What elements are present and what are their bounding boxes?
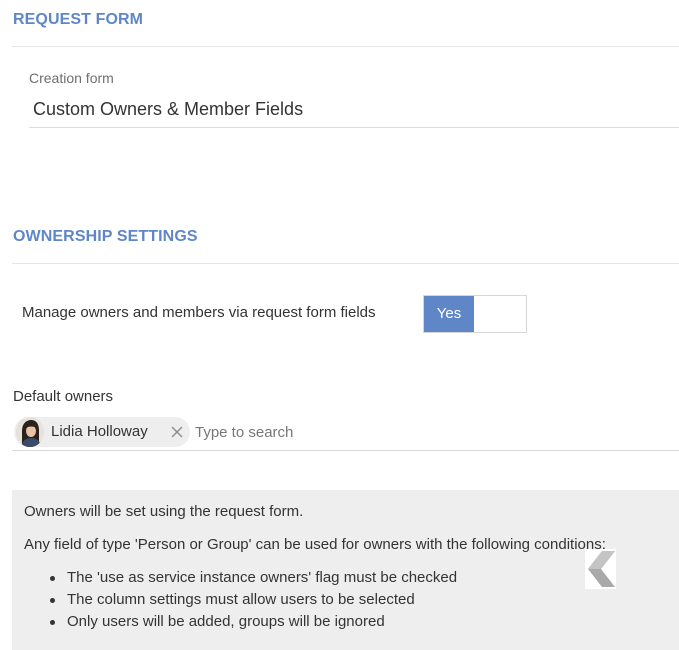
person-avatar-icon <box>16 417 44 447</box>
creation-form-value[interactable]: Custom Owners & Member Fields <box>33 99 303 120</box>
request-form-title: REQUEST FORM <box>13 11 144 28</box>
owner-chip[interactable]: Lidia Holloway <box>14 417 190 447</box>
creation-form-label: Creation form <box>29 70 114 86</box>
ownership-settings-title: OWNERSHIP SETTINGS <box>13 228 198 245</box>
remove-owner-close-icon[interactable] <box>169 424 185 440</box>
list-item: The 'use as service instance owners' fla… <box>48 567 457 589</box>
list-item: Only users will be added, groups will be… <box>48 611 457 633</box>
info-line-2: Any field of type 'Person or Group' can … <box>24 536 606 553</box>
owners-picker[interactable]: Lidia Holloway <box>12 416 679 450</box>
creation-form-underline <box>29 127 679 128</box>
section-divider <box>12 46 679 47</box>
info-box: Owners will be set using the request for… <box>12 490 679 650</box>
owner-search-input[interactable] <box>195 420 495 444</box>
list-item: The column settings must allow users to … <box>48 589 457 611</box>
owners-picker-underline <box>12 450 679 451</box>
avatar <box>16 417 44 447</box>
toggle-yes-state[interactable]: Yes <box>424 296 474 332</box>
manage-owners-label: Manage owners and members via request fo… <box>22 304 376 321</box>
info-line-1: Owners will be set using the request for… <box>24 503 304 520</box>
default-owners-label: Default owners <box>13 388 114 405</box>
section-divider <box>12 263 679 264</box>
conditions-list: The 'use as service instance owners' fla… <box>48 567 457 633</box>
chevron-left-icon[interactable] <box>585 549 616 589</box>
page: REQUEST FORM Creation form Custom Owners… <box>0 0 679 650</box>
manage-owners-toggle[interactable]: Yes <box>423 295 527 333</box>
owner-chip-name: Lidia Holloway <box>51 423 148 440</box>
